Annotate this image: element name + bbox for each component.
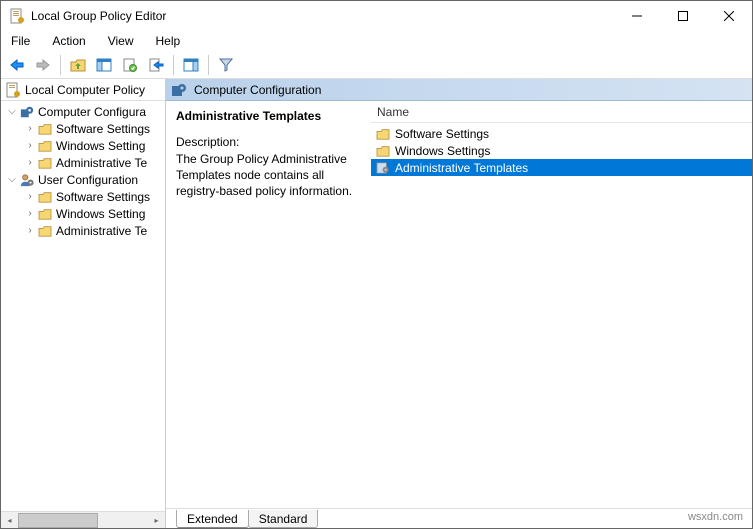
tab-standard-label: Standard — [259, 512, 308, 526]
toolbar-separator — [173, 55, 174, 75]
chevron-down-icon[interactable]: ⌵ — [5, 174, 19, 185]
tree-item-label: Windows Setting — [56, 207, 145, 221]
list-column-header[interactable]: Name — [371, 101, 752, 123]
tree-item[interactable]: › Administrative Te — [1, 154, 165, 171]
folder-icon — [375, 127, 391, 141]
description-text: The Group Policy Administrative Template… — [176, 151, 361, 200]
tree-horizontal-scrollbar[interactable]: ◂ ▸ — [1, 511, 165, 528]
menu-view[interactable]: View — [104, 33, 138, 49]
back-button[interactable] — [5, 53, 29, 77]
window-title: Local Group Policy Editor — [31, 9, 614, 23]
maximize-button[interactable] — [660, 1, 706, 31]
folder-icon — [37, 156, 53, 170]
show-hide-tree-button[interactable] — [92, 53, 116, 77]
tree-item[interactable]: › Windows Setting — [1, 205, 165, 222]
folder-icon — [37, 190, 53, 204]
tree-item[interactable]: › Administrative Te — [1, 222, 165, 239]
properties-button[interactable] — [118, 53, 142, 77]
tab-extended-label: Extended — [187, 512, 238, 526]
window-frame: Local Group Policy Editor File Action Vi… — [0, 0, 753, 529]
tab-extended[interactable]: Extended — [176, 510, 249, 528]
show-hide-action-pane-button[interactable] — [179, 53, 203, 77]
scroll-right-arrow[interactable]: ▸ — [148, 512, 165, 529]
tree-item-label: Administrative Te — [56, 224, 147, 238]
list-item[interactable]: Windows Settings — [371, 142, 752, 159]
gear-sheet-icon — [375, 161, 391, 175]
scroll-left-arrow[interactable]: ◂ — [1, 512, 18, 529]
selection-title: Administrative Templates — [176, 109, 361, 123]
tree-panel: Local Computer Policy ⌵ Computer Configur… — [1, 79, 166, 528]
tab-standard[interactable]: Standard — [248, 510, 319, 528]
content-body: Administrative Templates Description: Th… — [166, 101, 752, 508]
toolbar — [1, 51, 752, 79]
toolbar-separator — [60, 55, 61, 75]
tree-item[interactable]: ⌵ Computer Configura — [1, 103, 165, 120]
content-header-label: Computer Configuration — [194, 83, 321, 97]
up-level-button[interactable] — [66, 53, 90, 77]
chevron-right-icon[interactable]: › — [23, 140, 37, 151]
list-body: Software Settings Windows Settings Adminis… — [371, 123, 752, 508]
close-button[interactable] — [706, 1, 752, 31]
gear-icon — [19, 105, 35, 119]
column-name-label: Name — [377, 105, 409, 119]
tree-item-label: Software Settings — [56, 190, 150, 204]
tree-item[interactable]: › Software Settings — [1, 188, 165, 205]
menu-help[interactable]: Help — [152, 33, 185, 49]
chevron-right-icon[interactable]: › — [23, 123, 37, 134]
tree-item-label: User Configuration — [38, 173, 138, 187]
chevron-right-icon[interactable]: › — [23, 157, 37, 168]
view-tabs: Extended Standard — [166, 508, 752, 528]
chevron-down-icon[interactable]: ⌵ — [5, 106, 19, 117]
policy-icon — [5, 82, 21, 98]
gear-icon — [172, 82, 188, 98]
menubar: File Action View Help — [1, 31, 752, 51]
tree-item[interactable]: › Software Settings — [1, 120, 165, 137]
list-column: Name Software Settings Windows Settings Ad… — [371, 101, 752, 508]
tree-item-label: Administrative Te — [56, 156, 147, 170]
chevron-right-icon[interactable]: › — [23, 191, 37, 202]
scroll-thumb[interactable] — [18, 513, 98, 528]
export-list-button[interactable] — [144, 53, 168, 77]
folder-icon — [37, 122, 53, 136]
tree-body: ⌵Computer Configura›Software Settings›Wi… — [1, 101, 165, 511]
minimize-button[interactable] — [614, 1, 660, 31]
folder-icon — [37, 139, 53, 153]
window-controls — [614, 1, 752, 31]
tree-item-label: Computer Configura — [38, 105, 146, 119]
menu-action[interactable]: Action — [48, 33, 89, 49]
app-icon — [9, 8, 25, 24]
tree-header-label: Local Computer Policy — [25, 83, 145, 97]
tree-item[interactable]: › Windows Setting — [1, 137, 165, 154]
list-item-label: Software Settings — [395, 127, 489, 141]
tree-header[interactable]: Local Computer Policy — [1, 79, 165, 101]
description-label: Description: — [176, 135, 361, 149]
tree-item-label: Windows Setting — [56, 139, 145, 153]
list-item[interactable]: Software Settings — [371, 125, 752, 142]
content-panel: Computer Configuration Administrative Te… — [166, 79, 752, 528]
chevron-right-icon[interactable]: › — [23, 225, 37, 236]
tree-item[interactable]: ⌵ User Configuration — [1, 171, 165, 188]
tree-item-label: Software Settings — [56, 122, 150, 136]
list-item-label: Windows Settings — [395, 144, 490, 158]
list-item[interactable]: Administrative Templates — [371, 159, 752, 176]
chevron-right-icon[interactable]: › — [23, 208, 37, 219]
forward-button[interactable] — [31, 53, 55, 77]
menu-file[interactable]: File — [7, 33, 34, 49]
main-area: Local Computer Policy ⌵ Computer Configur… — [1, 79, 752, 528]
folder-icon — [375, 144, 391, 158]
filter-button[interactable] — [214, 53, 238, 77]
folder-icon — [37, 207, 53, 221]
user-icon — [19, 173, 35, 187]
description-column: Administrative Templates Description: Th… — [166, 101, 371, 508]
folder-icon — [37, 224, 53, 238]
content-header: Computer Configuration — [166, 79, 752, 101]
list-item-label: Administrative Templates — [395, 161, 528, 175]
toolbar-separator — [208, 55, 209, 75]
titlebar: Local Group Policy Editor — [1, 1, 752, 31]
watermark: wsxdn.com — [688, 511, 743, 523]
